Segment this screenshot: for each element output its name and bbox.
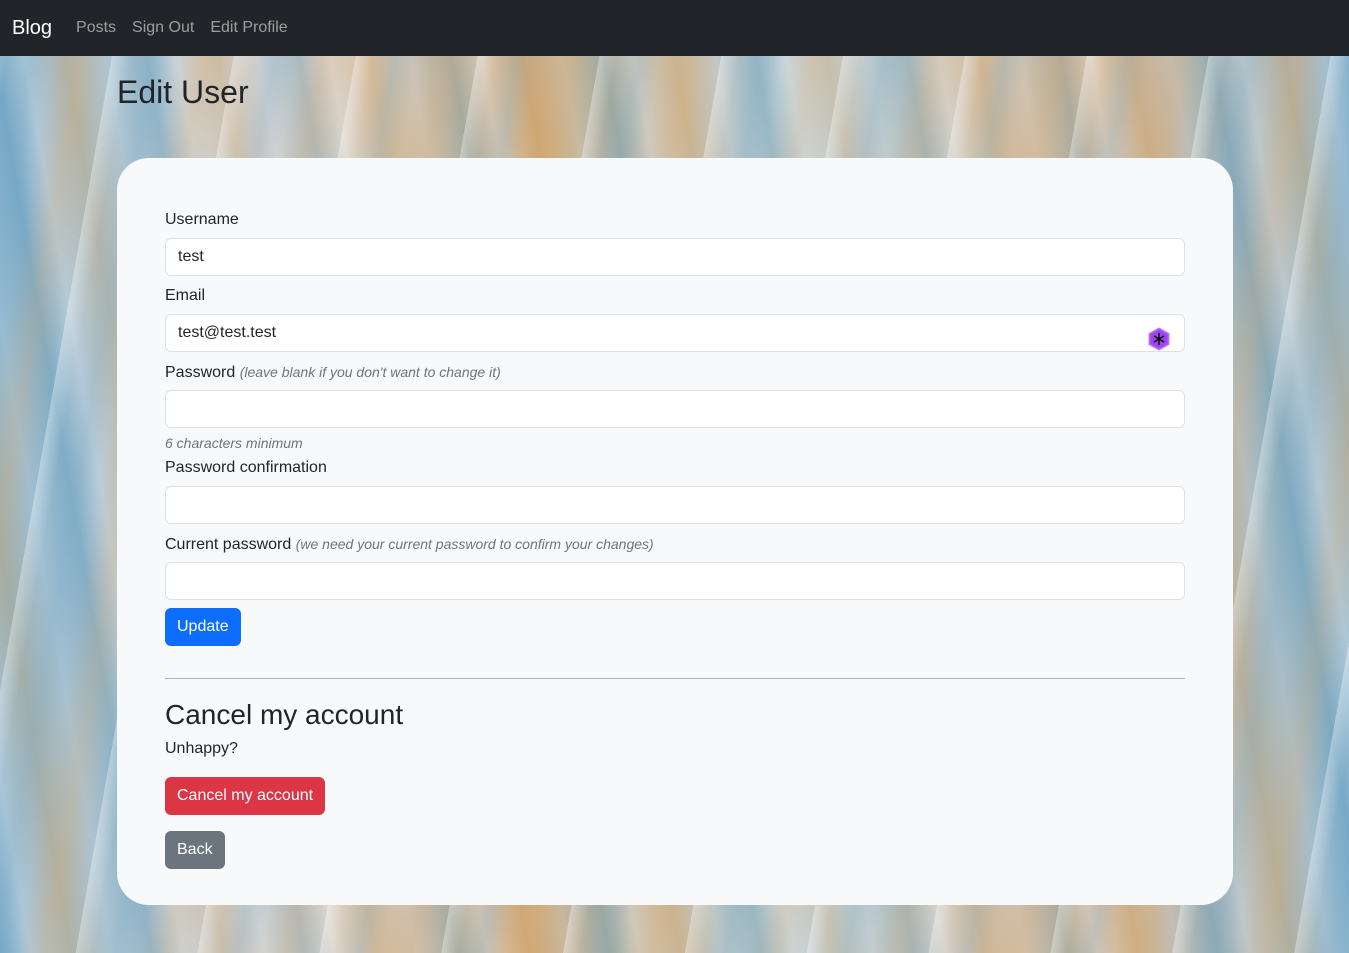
email-field: Email [165,284,1185,352]
unhappy-text: Unhappy? [165,740,238,757]
page-title: Edit User [117,74,249,110]
username-field: Username [165,208,1185,276]
edit-user-card: Username Email Passwor [117,158,1233,905]
current-password-field: Current password (we need your current p… [165,532,1185,600]
password-input[interactable] [165,390,1185,428]
nav-link-edit-profile[interactable]: Edit Profile [210,19,287,37]
navbar: Blog Posts Sign Out Edit Profile [0,0,1349,56]
nav-link-sign-out[interactable]: Sign Out [132,19,194,37]
username-label: Username [165,211,239,228]
current-password-label: Current password [165,536,292,553]
edit-user-form: Username Email Passwor [165,208,1185,646]
password-label: Password [165,364,236,381]
current-password-note: (we need your current password to confir… [295,536,654,552]
divider [165,678,1185,679]
update-button[interactable]: Update [165,608,241,646]
back-button[interactable]: Back [165,831,225,869]
email-label: Email [165,287,206,304]
current-password-input[interactable] [165,562,1185,600]
username-input[interactable] [165,238,1185,276]
nav-link-posts[interactable]: Posts [76,19,116,37]
password-confirmation-label: Password confirmation [165,459,327,476]
cancel-account-button[interactable]: Cancel my account [165,777,326,815]
email-input[interactable] [165,314,1185,352]
brand-link[interactable]: Blog [12,17,52,40]
password-confirmation-input[interactable] [165,486,1185,524]
password-note: (leave blank if you don't want to change… [239,364,501,380]
password-confirmation-field: Password confirmation [165,456,1185,524]
password-manager-icon[interactable] [1147,327,1171,351]
cancel-account-title: Cancel my account [165,699,404,730]
password-hint: 6 characters minimum [165,435,303,451]
password-field: Password (leave blank if you don't want … [165,360,1185,452]
